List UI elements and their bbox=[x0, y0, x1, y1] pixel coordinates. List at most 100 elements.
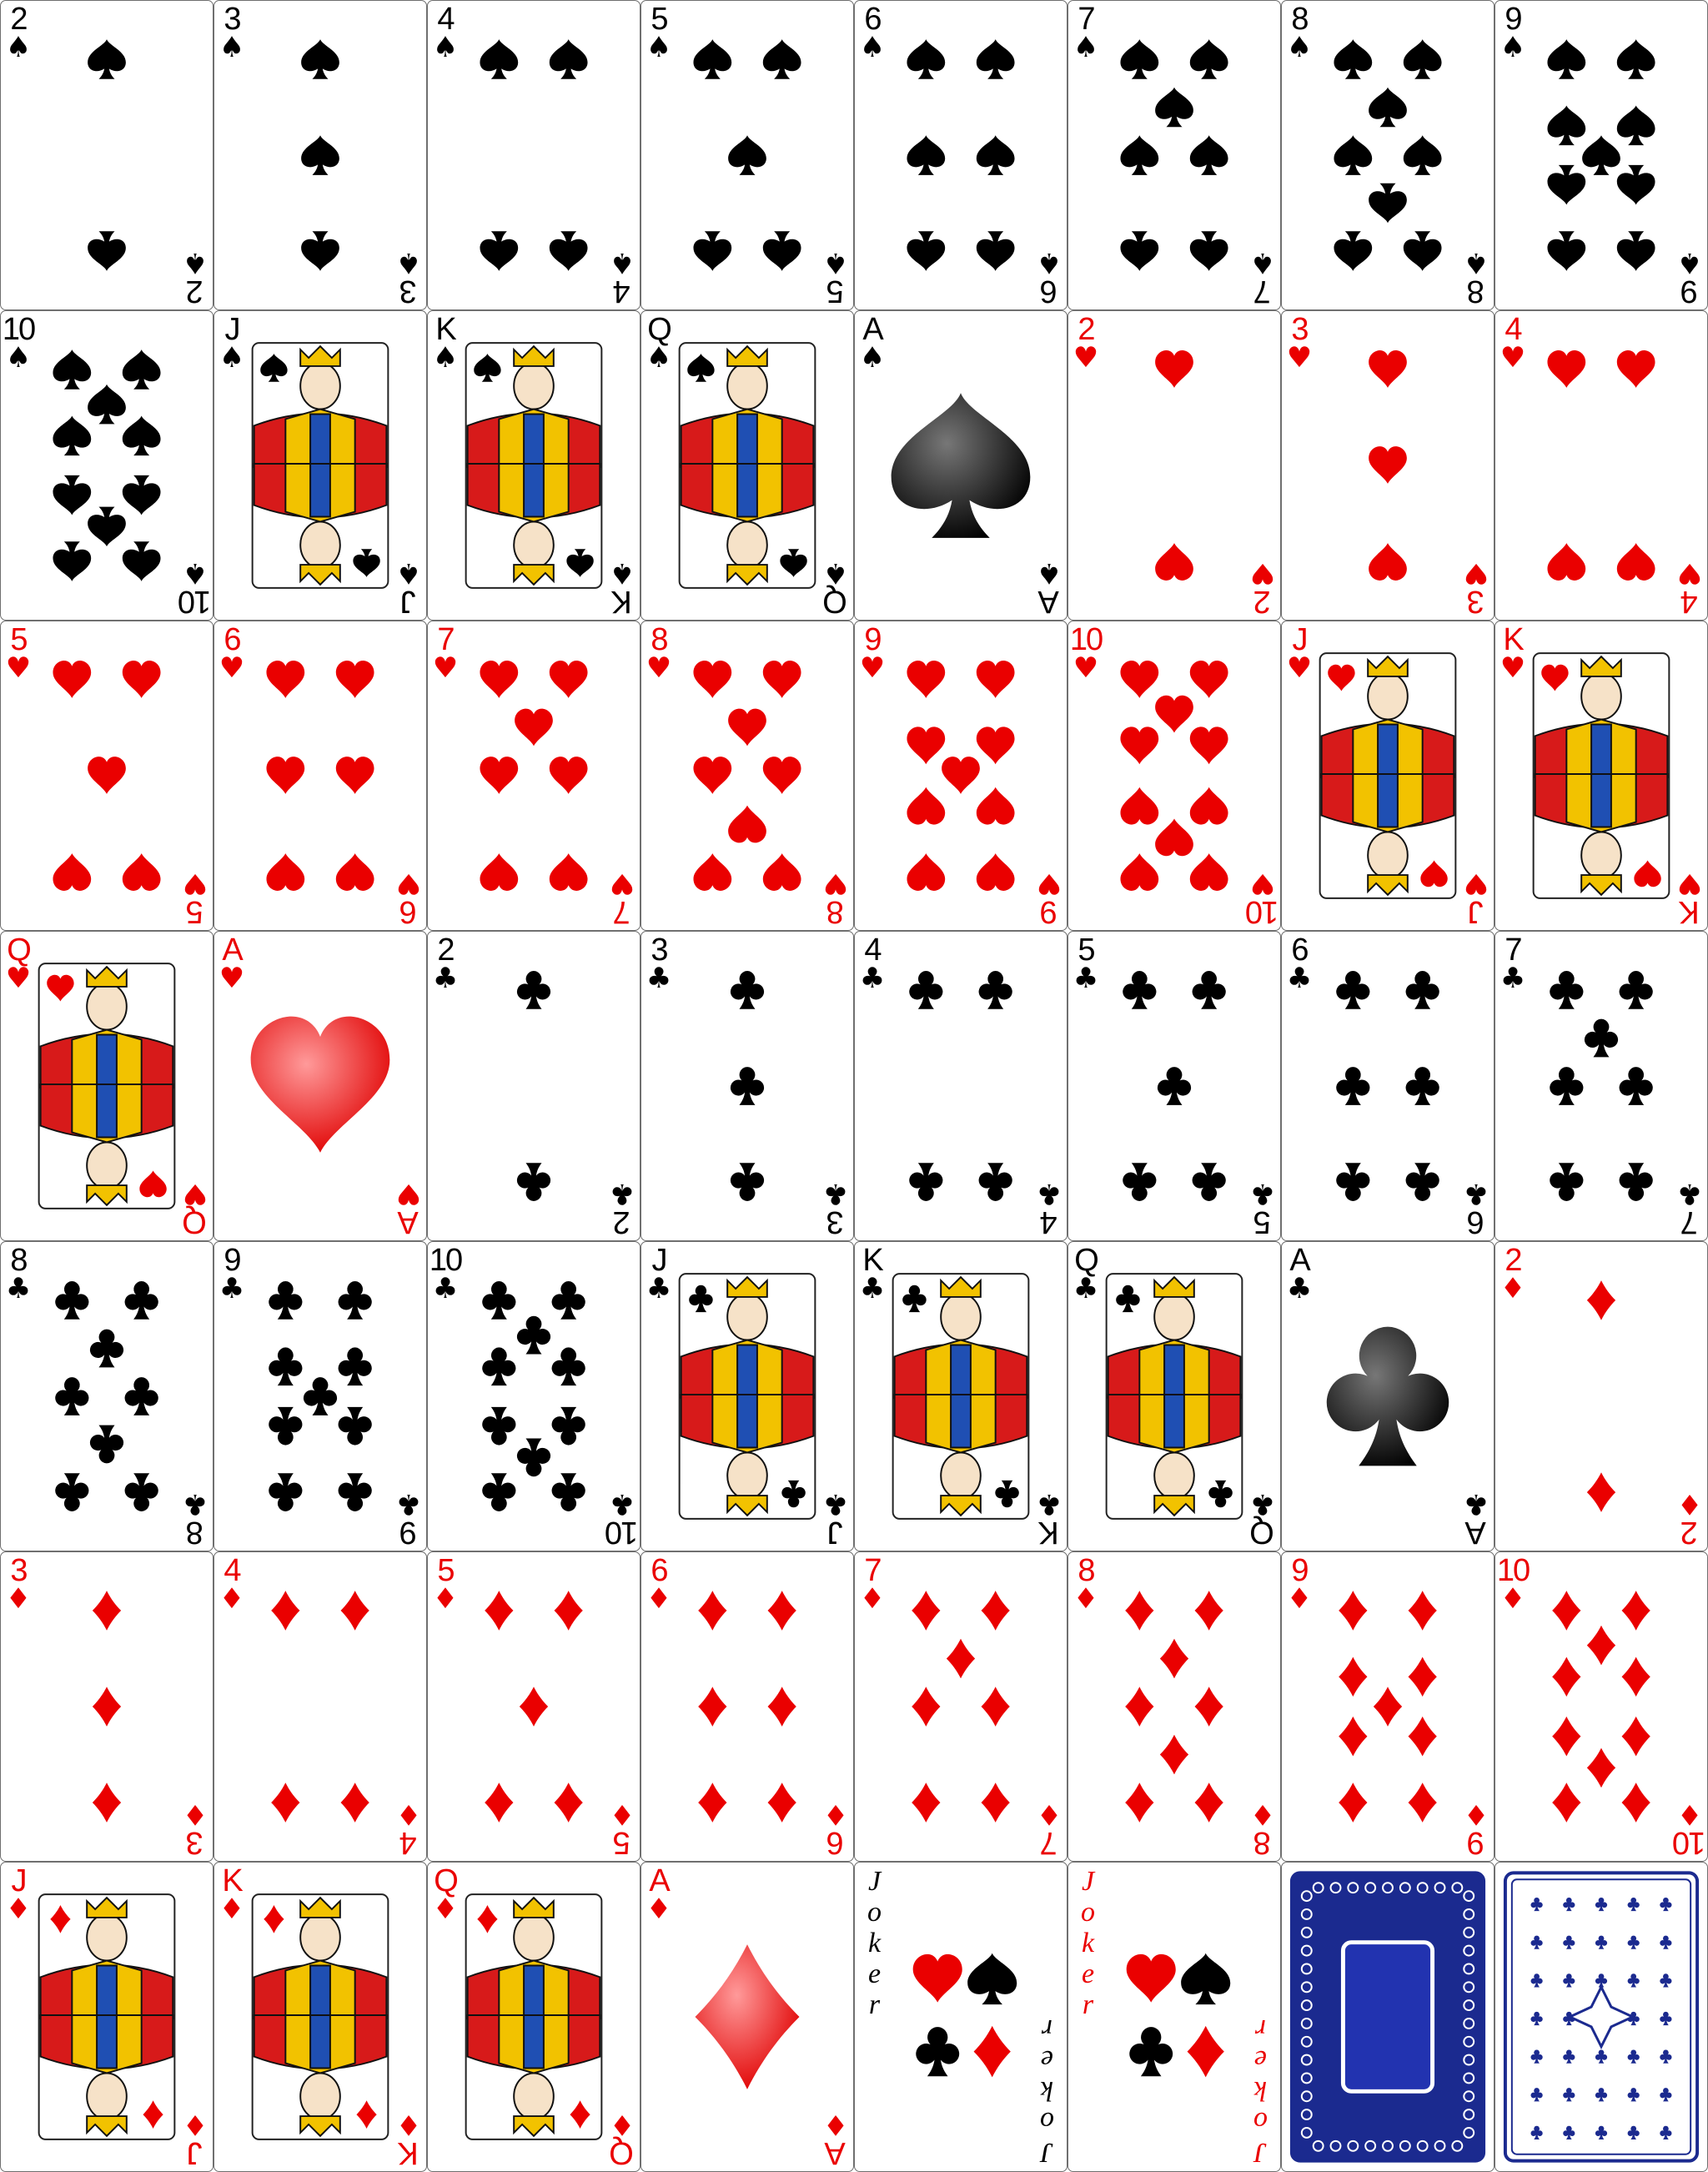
card-k-of-hearts[interactable]: K ♥ K ♥ bbox=[1494, 621, 1708, 931]
card-back-ornate-pattern[interactable] bbox=[1494, 1862, 1708, 2172]
card-4-of-clubs[interactable]: 4 ♣ 4 ♣ bbox=[854, 931, 1068, 1241]
card-k-of-spades[interactable]: K ♠ K ♠ bbox=[427, 310, 640, 621]
card-10-of-spades[interactable]: 10 ♠ 10 ♠ bbox=[0, 310, 214, 621]
card-7-of-spades[interactable]: 7 ♠ 7 ♠ bbox=[1068, 0, 1281, 310]
card-6-of-clubs[interactable]: 6 ♣ 6 ♣ bbox=[1281, 931, 1494, 1241]
card-7-of-clubs[interactable]: 7 ♣ 7 ♣ bbox=[1494, 931, 1708, 1241]
diamond-pip-icon bbox=[1159, 1734, 1189, 1775]
card-6-of-spades[interactable]: 6 ♠ 6 ♠ bbox=[854, 0, 1068, 310]
card-j-of-clubs[interactable]: J ♣ J ♣ bbox=[640, 1241, 854, 1551]
card-q-of-diamonds[interactable]: Q ♦ Q ♦ bbox=[427, 1862, 640, 2172]
card-4-of-diamonds[interactable]: 4 ♦ 4 ♦ bbox=[214, 1551, 427, 1862]
suit-glyph-icon: ♠ bbox=[609, 246, 635, 279]
suit-glyph-icon: ♥ bbox=[395, 1177, 422, 1210]
heart-pip-icon bbox=[480, 853, 519, 891]
heart-pip-icon bbox=[1120, 661, 1159, 698]
card-3-of-spades[interactable]: 3 ♠ 3 ♠ bbox=[214, 0, 427, 310]
card-j-of-diamonds[interactable]: J ♦ J ♦ bbox=[0, 1862, 214, 2172]
club-pip-icon bbox=[730, 1067, 765, 1105]
diamond-pip-icon bbox=[1408, 1782, 1437, 1823]
card-2-of-spades[interactable]: 2 ♠ 2 ♠ bbox=[0, 0, 214, 310]
card-q-of-spades[interactable]: Q ♠ Q ♠ bbox=[640, 310, 854, 621]
club-pip-icon bbox=[516, 1438, 551, 1477]
corner-index-top: K ♦ bbox=[215, 1865, 249, 1923]
card-8-of-spades[interactable]: 8 ♠ 8 ♠ bbox=[1281, 0, 1494, 310]
diamond-pip-icon bbox=[271, 1782, 300, 1823]
card-6-of-hearts[interactable]: 6 ♥ 6 ♥ bbox=[214, 621, 427, 931]
card-5-of-spades[interactable]: 5 ♠ 5 ♠ bbox=[640, 0, 854, 310]
corner-index-top: 8 ♥ bbox=[642, 624, 676, 682]
card-a-of-diamonds[interactable]: A ♦ A ♦ bbox=[640, 1862, 854, 2172]
card-k-of-clubs[interactable]: K ♣ K ♣ bbox=[854, 1241, 1068, 1551]
card-q-of-clubs[interactable]: Q ♣ Q ♣ bbox=[1068, 1241, 1281, 1551]
heart-pip-icon bbox=[266, 757, 305, 794]
card-a-of-spades[interactable]: A ♠ A ♠ bbox=[854, 310, 1068, 621]
card-2-of-diamonds[interactable]: 2 ♦ 2 ♦ bbox=[1494, 1241, 1708, 1551]
rank-label: 9 bbox=[1041, 894, 1057, 929]
card-back-plain-frame[interactable] bbox=[1281, 1862, 1494, 2172]
card-8-of-diamonds[interactable]: 8 ♦ 8 ♦ bbox=[1068, 1551, 1281, 1862]
corner-index-top: 5 ♥ bbox=[2, 624, 35, 682]
card-5-of-diamonds[interactable]: 5 ♦ 5 ♦ bbox=[427, 1551, 640, 1862]
card-9-of-diamonds[interactable]: 9 ♦ 9 ♦ bbox=[1281, 1551, 1494, 1862]
diamond-pip-icon bbox=[519, 1687, 549, 1727]
card-4-of-hearts[interactable]: 4 ♥ 4 ♥ bbox=[1494, 310, 1708, 621]
spade-pip-icon bbox=[762, 231, 801, 271]
card-5-of-hearts[interactable]: 5 ♥ 5 ♥ bbox=[0, 621, 214, 931]
card-9-of-clubs[interactable]: 9 ♣ 9 ♣ bbox=[214, 1241, 427, 1551]
card-4-of-spades[interactable]: 4 ♠ 4 ♠ bbox=[427, 0, 640, 310]
card-10-of-hearts[interactable]: 10 ♥ 10 ♥ bbox=[1068, 621, 1281, 931]
card-5-of-clubs[interactable]: 5 ♣ 5 ♣ bbox=[1068, 931, 1281, 1241]
spade-pip-icon bbox=[301, 39, 339, 79]
card-3-of-clubs[interactable]: 3 ♣ 3 ♣ bbox=[640, 931, 854, 1241]
card-6-of-diamonds[interactable]: 6 ♦ 6 ♦ bbox=[640, 1551, 854, 1862]
card-a-of-hearts[interactable]: A ♥ A ♥ bbox=[214, 931, 427, 1241]
card-joker-black[interactable]: Joker Joker bbox=[854, 1862, 1068, 2172]
card-10-of-diamonds[interactable]: 10 ♦ 10 ♦ bbox=[1494, 1551, 1708, 1862]
suit-glyph-icon: ♦ bbox=[219, 1893, 245, 1926]
suit-glyph-icon: ♣ bbox=[5, 1272, 32, 1305]
card-9-of-hearts[interactable]: 9 ♥ 9 ♥ bbox=[854, 621, 1068, 931]
heart-pip-icon bbox=[480, 757, 519, 794]
diamond-pip-icon bbox=[1552, 1782, 1581, 1823]
card-j-of-spades[interactable]: J ♠ J ♠ bbox=[214, 310, 427, 621]
corner-index-top: 8 ♦ bbox=[1069, 1555, 1103, 1613]
suit-glyph-icon: ♦ bbox=[1286, 1582, 1313, 1616]
card-8-of-clubs[interactable]: 8 ♣ 8 ♣ bbox=[0, 1241, 214, 1551]
spade-pip-icon bbox=[1334, 39, 1373, 79]
suit-glyph-icon: ♦ bbox=[432, 1582, 459, 1616]
card-9-of-spades[interactable]: 9 ♠ 9 ♠ bbox=[1494, 0, 1708, 310]
card-2-of-hearts[interactable]: 2 ♥ 2 ♥ bbox=[1068, 310, 1281, 621]
suit-glyph-icon: ♣ bbox=[182, 1487, 208, 1521]
card-joker-red[interactable]: Joker Joker bbox=[1068, 1862, 1281, 2172]
diamond-pip-icon bbox=[485, 1591, 514, 1631]
suit-glyph-icon: ♥ bbox=[646, 651, 672, 685]
card-k-of-diamonds[interactable]: K ♦ K ♦ bbox=[214, 1862, 427, 2172]
card-8-of-hearts[interactable]: 8 ♥ 8 ♥ bbox=[640, 621, 854, 931]
suit-glyph-icon: ♣ bbox=[1676, 1177, 1703, 1210]
suit-glyph-icon: ♥ bbox=[395, 867, 422, 900]
rank-label: J bbox=[188, 2135, 203, 2170]
diamond-pip-icon bbox=[485, 1782, 514, 1823]
corner-index-bottom: 6 ♣ bbox=[1459, 1177, 1493, 1239]
card-j-of-hearts[interactable]: J ♥ J ♥ bbox=[1281, 621, 1494, 931]
card-7-of-hearts[interactable]: 7 ♥ 7 ♥ bbox=[427, 621, 640, 931]
club-pip-icon bbox=[978, 971, 1012, 1009]
heart-pip-icon bbox=[1616, 350, 1655, 388]
suit-glyph-icon: ♥ bbox=[1286, 651, 1313, 685]
heart-pip-icon bbox=[266, 853, 305, 891]
heart-pip-icon bbox=[1189, 661, 1228, 698]
card-2-of-clubs[interactable]: 2 ♣ 2 ♣ bbox=[427, 931, 640, 1241]
corner-index-bottom: 4 ♠ bbox=[605, 246, 639, 309]
card-3-of-hearts[interactable]: 3 ♥ 3 ♥ bbox=[1281, 310, 1494, 621]
diamond-pip-icon bbox=[92, 1782, 122, 1823]
card-7-of-diamonds[interactable]: 7 ♦ 7 ♦ bbox=[854, 1551, 1068, 1862]
card-10-of-clubs[interactable]: 10 ♣ 10 ♣ bbox=[427, 1241, 640, 1551]
suit-glyph-icon: ♣ bbox=[432, 1272, 459, 1305]
rank-label: 2 bbox=[1681, 1515, 1698, 1550]
card-q-of-hearts[interactable]: Q ♥ Q ♥ bbox=[0, 931, 214, 1241]
rank-label: 7 bbox=[1041, 1825, 1057, 1860]
card-3-of-diamonds[interactable]: 3 ♦ 3 ♦ bbox=[0, 1551, 214, 1862]
spade-pip-icon bbox=[976, 39, 1015, 79]
card-a-of-clubs[interactable]: A ♣ A ♣ bbox=[1281, 1241, 1494, 1551]
